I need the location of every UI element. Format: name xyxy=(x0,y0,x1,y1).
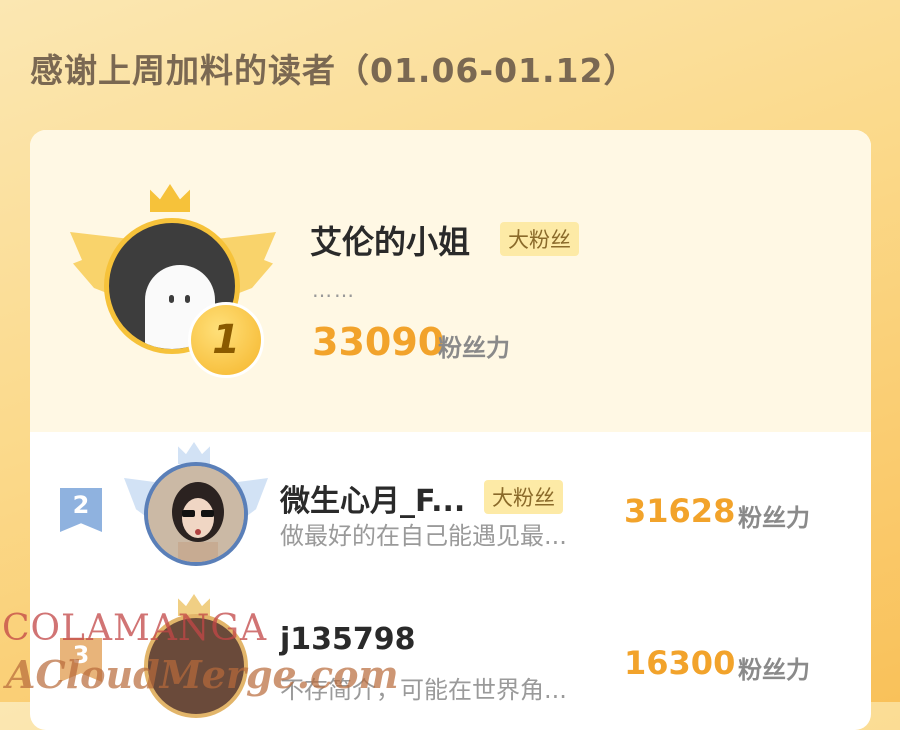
crown-icon xyxy=(178,442,210,464)
fan-level-badge: 大粉丝 xyxy=(484,480,563,514)
crown-icon xyxy=(150,184,190,212)
fan-description: …… xyxy=(312,278,356,302)
rank-medal: 1 xyxy=(188,302,264,378)
fan-description: 不存简介，可能在世界角... xyxy=(280,676,567,704)
fan-name[interactable]: j135798 xyxy=(280,622,416,657)
fan-name[interactable]: 艾伦的小姐 xyxy=(310,217,470,263)
fan-score-unit: 粉丝力 xyxy=(438,334,510,362)
avatar[interactable] xyxy=(144,462,248,566)
fan-score-unit: 粉丝力 xyxy=(738,656,810,684)
fan-score: 33090 xyxy=(312,320,445,364)
fan-name[interactable]: 微生心月_F... xyxy=(280,476,465,520)
list-item[interactable]: 2 微生心月_F... 大粉丝 做最好的在自己能遇见最... 31628 粉丝力 xyxy=(30,432,871,592)
leaderboard-card: 1 艾伦的小姐 大粉丝 …… 33090 粉丝力 2 微生心月_F... 大粉丝… xyxy=(30,130,871,730)
fan-score-unit: 粉丝力 xyxy=(738,504,810,532)
page-title: 感谢上周加料的读者（01.06-01.12） xyxy=(30,51,638,90)
fan-score: 16300 xyxy=(624,644,736,682)
rank-flag: 3 xyxy=(60,638,102,682)
top-fan-entry[interactable]: 1 艾伦的小姐 大粉丝 …… 33090 粉丝力 xyxy=(30,130,871,432)
rank-flag: 2 xyxy=(60,488,102,532)
crown-icon xyxy=(178,594,210,616)
list-item[interactable]: 3 j135798 不存简介，可能在世界角... 16300 粉丝力 xyxy=(30,592,871,730)
fan-description: 做最好的在自己能遇见最... xyxy=(280,522,567,550)
fan-score: 31628 xyxy=(624,492,736,530)
avatar[interactable] xyxy=(144,614,248,718)
top-fan-avatar-frame: 1 xyxy=(70,184,276,378)
fan-level-badge: 大粉丝 xyxy=(500,222,579,256)
